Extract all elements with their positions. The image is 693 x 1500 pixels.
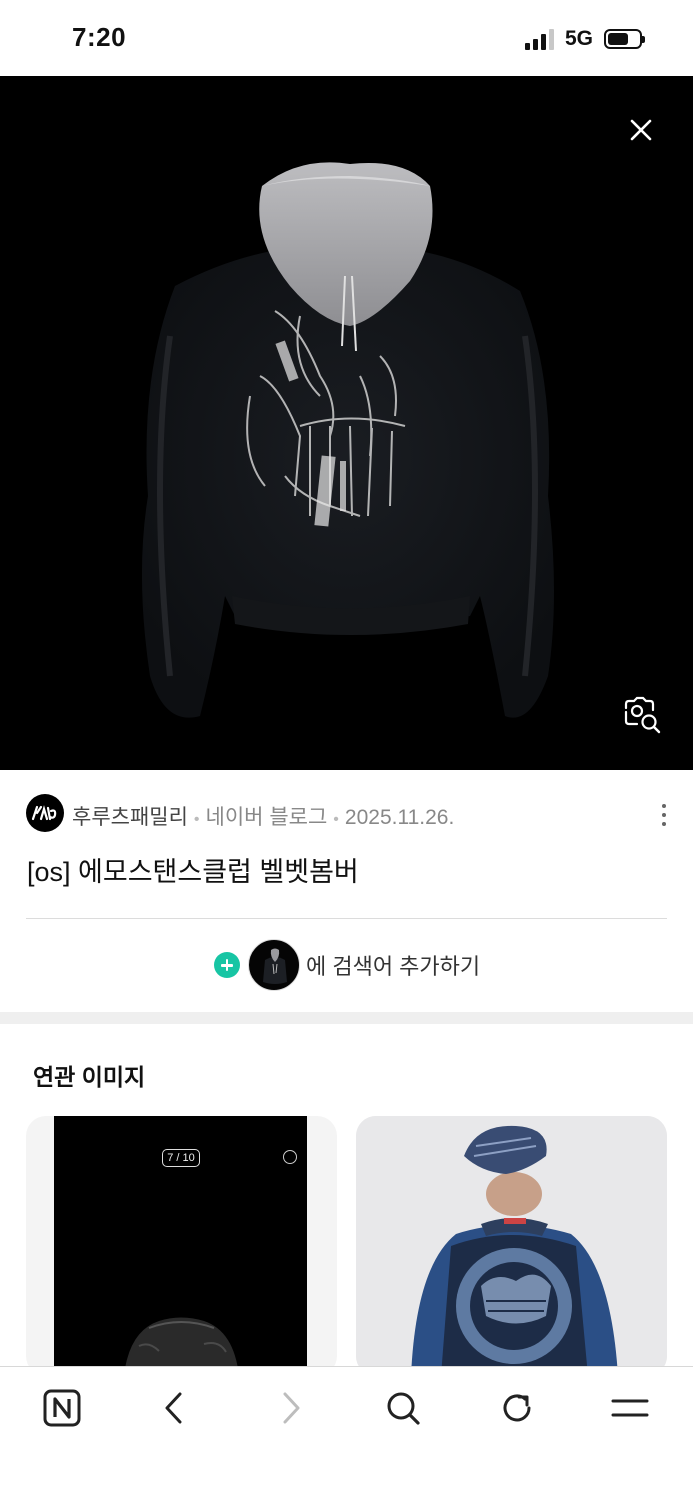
forward-icon — [283, 1392, 300, 1424]
status-time: 7:20 — [72, 22, 127, 52]
menu-button[interactable] — [600, 1385, 660, 1431]
close-icon — [630, 119, 652, 141]
status-bar: 7:20 5G — [0, 0, 693, 76]
separator-dot: • — [333, 811, 339, 828]
back-button[interactable] — [145, 1385, 205, 1431]
source-platform: 네이버 블로그 — [205, 806, 328, 829]
leather-jacket-image — [124, 1317, 239, 1376]
source-name[interactable]: 후루츠패밀리 — [72, 806, 188, 829]
related-image-card[interactable]: 7 / 10 — [26, 1116, 337, 1376]
add-search-label: 에 검색어 추가하기 — [306, 954, 481, 979]
battery-icon — [604, 29, 645, 49]
add-to-search-button[interactable]: 에 검색어 추가하기 — [214, 938, 480, 992]
plus-icon — [214, 952, 240, 978]
menu-icon — [611, 1399, 649, 1417]
post-date: 2025.11.26. — [344, 806, 455, 829]
close-button[interactable] — [622, 111, 660, 149]
back-icon — [165, 1392, 182, 1424]
related-image-card[interactable] — [356, 1116, 667, 1376]
fruits-family-logo-icon — [31, 805, 57, 821]
image-viewer[interactable] — [0, 76, 693, 770]
hoodie-image — [141, 162, 554, 718]
image-thumbnail — [248, 939, 300, 991]
section-divider — [0, 1012, 693, 1024]
refresh-button[interactable] — [487, 1385, 547, 1431]
source-line: 후루츠패밀리 • 네이버 블로그 • 2025.11.26. — [72, 801, 454, 831]
more-options-button[interactable] — [652, 800, 676, 830]
divider — [26, 918, 667, 919]
source-logo[interactable] — [26, 794, 64, 832]
image-info-panel: 후루츠패밀리 • 네이버 블로그 • 2025.11.26. [os] 에모스탠스클럽 … — [0, 770, 693, 1012]
naver-home-icon — [43, 1389, 81, 1427]
denim-jacket-image — [356, 1116, 667, 1376]
forward-button[interactable] — [260, 1385, 320, 1431]
related-image: 7 / 10 — [54, 1116, 307, 1376]
image-search-icon — [624, 696, 661, 734]
related-images-title: 연관 이미지 — [33, 1064, 146, 1090]
search-button[interactable] — [373, 1385, 433, 1431]
signal-strength-icon — [525, 28, 557, 50]
network-label: 5G — [565, 27, 594, 50]
separator-dot: • — [193, 811, 200, 828]
image-search-button[interactable] — [620, 696, 664, 736]
image-title[interactable]: [os] 에모스탠스클럽 벨벳봄버 — [27, 850, 359, 889]
browser-toolbar — [0, 1366, 693, 1500]
naver-home-button[interactable] — [32, 1385, 92, 1431]
search-icon — [387, 1392, 420, 1425]
refresh-icon — [503, 1394, 531, 1422]
